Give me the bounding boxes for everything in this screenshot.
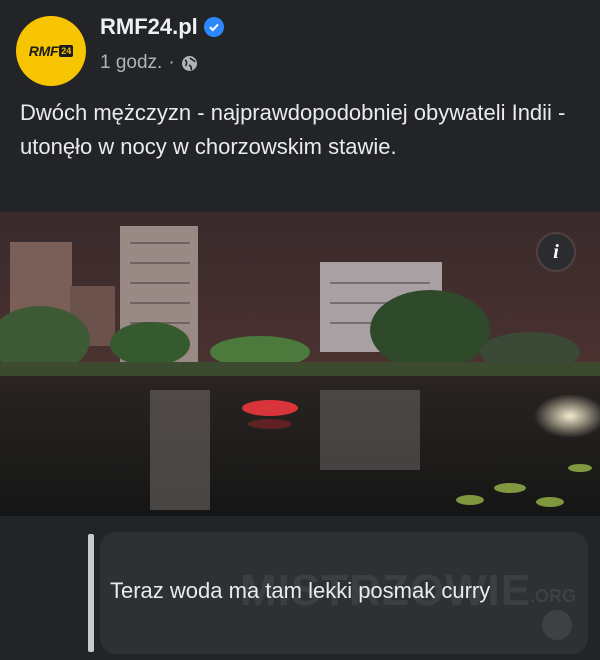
- watermark-logo-icon: [542, 610, 572, 640]
- globe-icon: [181, 55, 198, 72]
- post-header: RMF 24 RMF24.pl 1 godz. ·: [0, 0, 600, 90]
- page-avatar[interactable]: RMF 24: [16, 16, 86, 86]
- verified-badge-icon: [203, 17, 224, 37]
- post-meta: 1 godz. ·: [100, 52, 198, 74]
- avatar-logo-text: RMF: [28, 43, 59, 59]
- page-name-link[interactable]: RMF24.pl: [100, 14, 198, 40]
- avatar-logo-badge: 24: [59, 45, 74, 57]
- photo-info-button[interactable]: i: [538, 234, 574, 270]
- quote-bar: [88, 534, 94, 652]
- watermark-suffix: .ORG: [530, 586, 577, 606]
- watermark-text: MISTRZOWIE: [240, 566, 532, 615]
- meta-separator: ·: [168, 52, 175, 73]
- post-timestamp[interactable]: 1 godz.: [100, 52, 162, 74]
- post-text: Dwóch mężczyzn - najprawdopodobniej obyw…: [20, 100, 566, 159]
- page-name-row: RMF24.pl: [100, 14, 224, 40]
- post-photo[interactable]: [0, 212, 600, 516]
